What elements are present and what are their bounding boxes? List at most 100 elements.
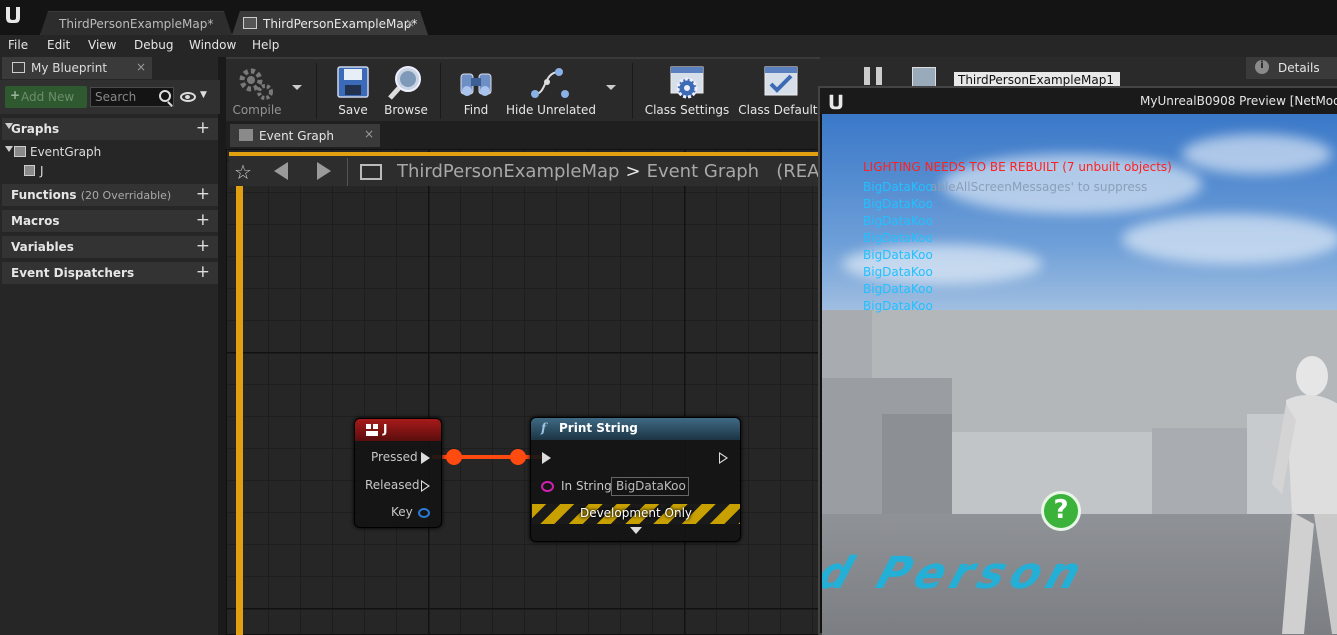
close-icon[interactable]: × (136, 60, 146, 74)
save-disk-icon (337, 66, 369, 98)
chevron-down-icon[interactable]: ▼ (200, 90, 207, 100)
graph-icon (14, 146, 26, 157)
function-icon: f (541, 421, 547, 435)
compile-options-chevron-icon[interactable] (292, 85, 302, 90)
key-event-node-j[interactable]: J Pressed Released Key (354, 418, 442, 528)
title-bar: ThirdPersonExampleMap* ThirdPersonExampl… (0, 0, 1337, 35)
button-label: Compile (232, 103, 282, 117)
preview-title-bar[interactable]: MyUnrealB0908 Preview [NetMode: S (820, 88, 1337, 114)
search-icon[interactable] (159, 90, 171, 102)
event-icon (24, 165, 35, 176)
add-graph-icon[interactable]: + (196, 118, 210, 138)
add-event-dispatcher-icon[interactable]: + (196, 262, 210, 282)
key-struct-pin[interactable] (418, 508, 430, 518)
menu-bar: File Edit View Debug Window Help (0, 35, 1337, 57)
add-function-icon[interactable]: + (196, 184, 210, 204)
breadcrumb-map[interactable]: ThirdPersonExampleMap (397, 161, 619, 182)
tree-item-eventgraph[interactable]: EventGraph (2, 141, 218, 163)
section-macros[interactable]: Macros + (2, 210, 218, 232)
section-graphs[interactable]: Graphs + (2, 118, 218, 140)
help-question-icon: ? (1041, 491, 1081, 531)
tab-my-blueprint[interactable]: My Blueprint × (2, 57, 152, 79)
tab-third-person-example-map-2[interactable]: ThirdPersonExampleMap* × (232, 11, 428, 35)
gear-icon (239, 68, 273, 100)
screen-message: BigDataKoo (863, 299, 933, 313)
tab-label: My Blueprint (31, 61, 108, 75)
event-graph-canvas[interactable] (226, 149, 820, 635)
blueprint-map-icon (360, 164, 382, 180)
class-defaults-button[interactable]: Class Defaults (738, 61, 824, 121)
tab-label: Event Graph (259, 129, 334, 143)
add-variable-icon[interactable]: + (196, 236, 210, 256)
game-viewport[interactable]: rd Person ? LIGHTING NEEDS TO BE REBUILT… (822, 114, 1337, 635)
play-preview-window[interactable]: MyUnrealB0908 Preview [NetMode: S rd Per… (818, 86, 1337, 635)
released-pin-label: Released (365, 478, 420, 492)
stop-icon[interactable] (912, 67, 936, 87)
tab-label: Details (1278, 61, 1320, 75)
expand-arrow-icon[interactable] (5, 146, 13, 152)
functions-note: (20 Overridable) (80, 189, 172, 202)
browse-button[interactable]: Browse (380, 61, 432, 121)
section-title: Graphs (11, 122, 60, 136)
star-icon[interactable]: ☆ (234, 160, 252, 184)
section-event-dispatchers[interactable]: Event Dispatchers + (2, 262, 218, 284)
string-pin[interactable] (541, 481, 554, 492)
screen-message: BigDataKoo (863, 197, 933, 211)
node-header[interactable]: J (355, 419, 441, 441)
blueprint-toolbar: Compile Save Browse Find Hide Unrelated … (226, 57, 824, 121)
book-icon (12, 62, 25, 73)
blueprint-icon (243, 17, 257, 29)
info-icon: i (1255, 60, 1269, 74)
section-title: Event Dispatchers (11, 266, 135, 280)
section-title: Variables (11, 240, 74, 254)
screen-message: BigDataKoo (863, 214, 933, 228)
close-icon[interactable]: × (405, 16, 415, 30)
exec-in-pin[interactable] (542, 452, 551, 464)
tree-item-label: EventGraph (30, 145, 102, 159)
unreal-logo-icon (6, 7, 20, 23)
released-exec-pin[interactable] (421, 480, 430, 492)
node-header[interactable]: f Print String (531, 418, 740, 440)
add-macro-icon[interactable]: + (196, 210, 210, 230)
development-only-label: Development Only (579, 506, 693, 520)
in-string-input[interactable]: BigDataKoo (611, 477, 689, 496)
menu-file[interactable]: File (8, 38, 28, 52)
menu-view[interactable]: View (88, 38, 116, 52)
pressed-exec-pin[interactable] (421, 452, 430, 464)
add-new-button[interactable]: Add New (5, 86, 87, 108)
expand-node-chevron-icon[interactable] (630, 527, 642, 534)
class-settings-gear-icon (670, 66, 704, 99)
tab-third-person-example-map-1[interactable]: ThirdPersonExampleMap* (40, 11, 232, 35)
keyboard-event-icon (366, 424, 378, 436)
exec-out-pin[interactable] (719, 452, 728, 464)
menu-debug[interactable]: Debug (134, 38, 173, 52)
graph-tab-bar: Event Graph × (226, 121, 820, 149)
section-variables[interactable]: Variables + (2, 236, 218, 258)
button-label: Hide Unrelated (506, 103, 597, 117)
hide-unrelated-chevron-icon[interactable] (606, 85, 616, 90)
button-label: Save (338, 103, 368, 117)
save-button[interactable]: Save (330, 61, 376, 121)
unreal-logo-icon (829, 94, 843, 110)
tab-details[interactable]: i Details (1246, 57, 1337, 79)
section-functions[interactable]: Functions (20 Overridable) + (2, 184, 218, 206)
class-settings-button[interactable]: Class Settings (644, 61, 730, 121)
close-icon[interactable]: × (364, 127, 374, 141)
eye-icon[interactable] (180, 92, 196, 102)
print-string-node[interactable]: f Print String In String BigDataKoo Deve… (530, 417, 741, 542)
tree-item-j[interactable]: J (2, 161, 218, 183)
button-label: Class Settings (644, 103, 730, 117)
menu-window[interactable]: Window (189, 38, 236, 52)
compile-button[interactable]: Compile (228, 61, 286, 121)
hide-unrelated-button[interactable]: Hide Unrelated (506, 61, 597, 121)
screen-message: BigDataKoo (863, 282, 933, 296)
menu-edit[interactable]: Edit (47, 38, 70, 52)
back-arrow-icon[interactable] (274, 162, 288, 180)
screen-message: BigDataKoo (863, 180, 933, 194)
section-title: Macros (11, 214, 60, 228)
forward-arrow-icon[interactable] (317, 162, 331, 180)
pause-icon[interactable] (864, 67, 870, 85)
menu-help[interactable]: Help (252, 38, 279, 52)
find-button[interactable]: Find (450, 61, 502, 121)
tab-event-graph[interactable]: Event Graph × (230, 124, 380, 147)
